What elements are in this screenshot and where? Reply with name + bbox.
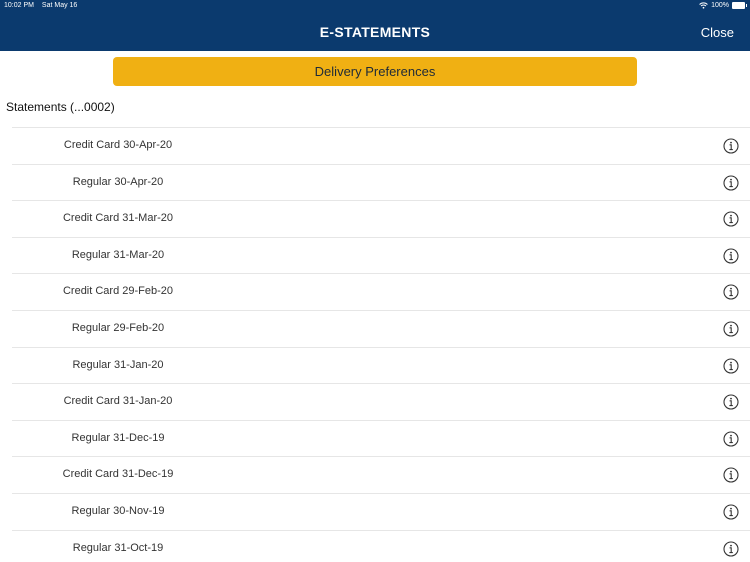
statement-row[interactable]: Regular 29-Feb-20 (12, 309, 750, 347)
info-icon[interactable] (723, 431, 739, 447)
statement-row[interactable]: Regular 31-Oct-19 (12, 529, 750, 562)
status-time: 10:02 PM (4, 2, 34, 9)
page-title: E-STATEMENTS (319, 24, 431, 40)
info-icon[interactable] (723, 467, 739, 483)
info-icon[interactable] (723, 504, 739, 520)
info-icon[interactable] (723, 175, 739, 191)
statement-label: Regular 31-Dec-19 (71, 431, 165, 444)
statement-label: Credit Card 30-Apr-20 (63, 139, 173, 151)
navigation-header: 10:02 PM Sat May 16 100% E-STATEMENTS Cl… (0, 0, 750, 51)
close-button[interactable]: Close (701, 25, 734, 40)
statement-row[interactable]: Credit Card 29-Feb-20 (12, 273, 750, 310)
statements-list: Credit Card 30-Apr-20 Regular 30-Apr-20 Cr… (0, 127, 750, 562)
statement-label: Regular 31-Oct-19 (72, 541, 164, 554)
status-left: 10:02 PM Sat May 16 (4, 0, 83, 11)
statements-section-label: Statements (...0002) (6, 100, 115, 114)
statement-label: Regular 31-Mar-20 (71, 248, 165, 261)
info-icon[interactable] (723, 321, 739, 337)
statement-row[interactable]: Credit Card 30-Apr-20 (12, 127, 750, 164)
statement-label: Credit Card 29-Feb-20 (62, 285, 174, 298)
delivery-preferences-button[interactable]: Delivery Preferences (113, 57, 637, 86)
statement-row[interactable]: Credit Card 31-Jan-20 (12, 383, 750, 420)
statement-label: Regular 29-Feb-20 (71, 321, 165, 334)
statement-row[interactable]: Regular 31-Jan-20 (12, 346, 750, 384)
wifi-icon (699, 2, 708, 9)
battery-icon (732, 2, 747, 9)
statement-label: Regular 31-Jan-20 (72, 358, 164, 371)
info-icon[interactable] (723, 211, 739, 227)
statement-row[interactable]: Regular 31-Dec-19 (12, 419, 750, 457)
statement-row[interactable]: Regular 31-Mar-20 (12, 236, 750, 274)
status-date: Sat May 16 (41, 2, 78, 9)
statement-label: Regular 30-Apr-20 (72, 175, 164, 188)
statement-label: Credit Card 31-Dec-19 (62, 468, 174, 481)
battery-percent: 100% (711, 2, 729, 9)
statement-label: Regular 30-Nov-19 (71, 504, 165, 517)
statement-row[interactable]: Regular 30-Nov-19 (12, 492, 750, 530)
info-icon[interactable] (723, 248, 739, 264)
info-icon[interactable] (723, 284, 739, 300)
info-icon[interactable] (723, 358, 739, 374)
statement-row[interactable]: Credit Card 31-Mar-20 (12, 200, 750, 237)
info-icon[interactable] (723, 138, 739, 154)
info-icon[interactable] (723, 540, 739, 557)
statement-row[interactable]: Regular 30-Apr-20 (12, 163, 750, 201)
statement-label: Credit Card 31-Mar-20 (62, 212, 174, 225)
status-bar: 10:02 PM Sat May 16 100% (0, 0, 750, 12)
status-right: 100% (699, 0, 747, 11)
info-icon[interactable] (723, 394, 739, 410)
e-statements-screen: 10:02 PM Sat May 16 100% E-STATEMENTS Cl… (0, 0, 750, 562)
statement-label: Credit Card 31-Jan-20 (63, 395, 173, 408)
statement-row[interactable]: Credit Card 31-Dec-19 (12, 456, 750, 493)
